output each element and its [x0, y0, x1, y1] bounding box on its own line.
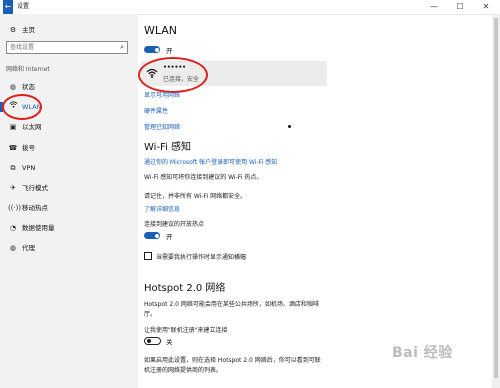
ethernet-icon: ▣	[9, 123, 17, 131]
sidebar-item-label: 数据使用量	[22, 224, 55, 232]
wlan-toggle[interactable]	[144, 46, 160, 53]
airplane-icon: ✈	[10, 184, 16, 192]
maximize-button[interactable]: ☐	[450, 0, 470, 14]
microsoft-signin-link[interactable]: 通过你的 Microsoft 帐户登录即可使用 Wi-Fi 感知	[144, 157, 277, 166]
hardware-properties-link[interactable]: 硬件属性	[144, 106, 168, 115]
sidebar-item-label: 飞行模式	[22, 184, 48, 192]
data-usage-icon: ◔	[9, 224, 17, 232]
close-button[interactable]: ✕	[476, 0, 496, 14]
search-icon[interactable]: ⌕	[120, 42, 124, 53]
show-available-networks-link[interactable]: 显示可用网络	[144, 90, 180, 99]
online-signup-toggle[interactable]	[144, 337, 161, 345]
globe-icon: ◍	[9, 83, 17, 91]
sidebar-item-vpn[interactable]: ⧉ VPN	[0, 161, 138, 175]
watermark: Bai 经验	[392, 345, 453, 361]
online-signup-label: 让我使用"联机注册"来建立连接	[144, 327, 228, 334]
notification-banner-label: 当需要我执行操作时显示通知横幅	[156, 254, 247, 261]
sidebar-item-proxy[interactable]: ◍ 代理	[0, 241, 138, 255]
proxy-globe-icon: ◍	[9, 244, 17, 252]
sidebar-item-mobile-hotspot[interactable]: ((·)) 移动热点	[0, 201, 138, 215]
hotspot-desc-line2: 厅。	[144, 311, 157, 318]
sidebar-item-label: 以太网	[22, 123, 42, 131]
vpn-icon: ⧉	[10, 164, 16, 172]
sidebar-item-label: 状态	[22, 83, 35, 91]
home-label: 主页	[22, 26, 35, 34]
minimize-button[interactable]: —	[424, 0, 444, 14]
sidebar-item-ethernet[interactable]: ▣ 以太网	[0, 120, 138, 134]
section-title: 网络和 Internet	[6, 66, 50, 73]
search-input[interactable]	[7, 42, 110, 53]
gear-icon: ⚙	[9, 26, 17, 34]
hotspot-icon: ((·))	[8, 204, 22, 212]
learn-more-link[interactable]: 了解详细信息	[144, 204, 180, 213]
sidebar: ⚙主页 ⌕ 网络和 Internet ◍ 状态 WLAN ▣ 以太网 ☎ 拨号 …	[0, 14, 138, 388]
phone-icon: ☎	[8, 144, 18, 152]
mouse-cursor-dot	[288, 125, 291, 128]
wifi-sense-warning: 请记住，并非所有 Wi-Fi 网络都安全。	[144, 193, 247, 200]
hotspot-desc-line1: Hotspot 2.0 网络可能会用在某些公共场所，如机场、酒店和咖啡	[144, 301, 319, 308]
window-title: 设置	[17, 3, 30, 10]
search-box[interactable]: ⌕	[6, 41, 128, 54]
wifi-sense-title: Wi-Fi 感知	[144, 142, 192, 153]
sidebar-item-label: 移动热点	[22, 204, 48, 212]
highlight-circle	[2, 94, 42, 120]
suggested-hotspots-label: 连接到建议的开放热点	[144, 221, 205, 228]
sidebar-item-label: 代理	[22, 244, 35, 252]
sidebar-item-status[interactable]: ◍ 状态	[0, 80, 138, 94]
suggested-hotspots-toggle[interactable]	[144, 232, 160, 239]
toggle-knob	[154, 47, 159, 52]
main-panel: WLAN 开 •••••• 已连接，安全 显示可用网络 硬件属性 管理已知网络 …	[138, 14, 490, 388]
highlight-circle	[138, 57, 208, 93]
hotspot-info-line2: 机注册的网络提供商的列表。	[144, 367, 223, 374]
back-arrow-icon[interactable]: ←	[3, 0, 13, 14]
notification-banner-checkbox[interactable]	[144, 252, 152, 260]
scrollbar-thumb[interactable]	[494, 18, 498, 378]
sidebar-item-dialup[interactable]: ☎ 拨号	[0, 141, 138, 155]
sidebar-item-label: 拨号	[22, 144, 35, 152]
online-signup-state: 关	[166, 338, 173, 346]
suggested-hotspots-state: 开	[166, 233, 173, 241]
wifi-sense-desc: Wi-Fi 感知可将你连接到建议的 Wi-Fi 热点。	[144, 174, 263, 181]
manage-known-networks-link[interactable]: 管理已知网络	[144, 122, 180, 131]
hotspot-info-line1: 如果启用此设置，则在选择 Hotspot 2.0 网络后，你可以看到可联	[144, 357, 321, 364]
wlan-toggle-state: 开	[166, 47, 173, 55]
scrollbar[interactable]	[492, 14, 500, 388]
toggle-knob	[146, 339, 151, 343]
hotspot-title: Hotspot 2.0 网络	[144, 283, 226, 294]
home-nav-item[interactable]: ⚙ 主页	[8, 24, 35, 34]
title-bar: ← 设置 — ☐ ✕	[0, 0, 500, 15]
sidebar-item-airplane-mode[interactable]: ✈ 飞行模式	[0, 181, 138, 195]
toggle-knob	[154, 233, 159, 238]
sidebar-item-data-usage[interactable]: ◔ 数据使用量	[0, 221, 138, 235]
page-title: WLAN	[144, 24, 178, 37]
sidebar-item-label: VPN	[22, 164, 36, 172]
